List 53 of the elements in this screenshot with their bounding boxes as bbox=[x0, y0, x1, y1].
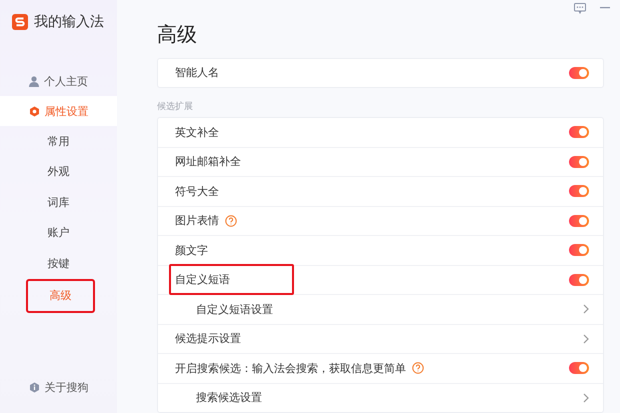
sidebar-item[interactable]: 个人主页 bbox=[0, 66, 117, 96]
setting-row[interactable]: 自定义短语设置 bbox=[158, 295, 603, 324]
about-link[interactable]: 关于搜狗 bbox=[44, 380, 88, 395]
setting-row[interactable]: 网址邮箱补全 bbox=[158, 148, 603, 177]
sidebar-subitem[interactable]: 词库 bbox=[0, 187, 117, 218]
setting-label: 自定义短语设置 bbox=[196, 302, 273, 317]
section-label: 候选扩展 bbox=[157, 100, 194, 113]
toggle-switch[interactable] bbox=[569, 126, 589, 138]
sidebar-subitem[interactable]: 常用 bbox=[0, 126, 117, 156]
chevron-right-icon bbox=[583, 392, 589, 403]
app-title: 我的输入法 bbox=[34, 13, 104, 31]
person-icon bbox=[29, 76, 39, 86]
setting-row[interactable]: 搜索候选设置 bbox=[158, 384, 603, 412]
page-title: 高级 bbox=[157, 20, 198, 48]
setting-row[interactable]: 英文补全 bbox=[158, 118, 603, 148]
setting-row[interactable]: 开启搜索候选：输入法会搜索，获取信息更简单 bbox=[158, 354, 603, 384]
info-icon bbox=[28, 382, 40, 393]
setting-label: 候选提示设置 bbox=[175, 331, 241, 346]
chevron-right-icon bbox=[583, 334, 589, 344]
setting-row[interactable]: 图片表情 bbox=[158, 206, 603, 236]
setting-label: 图片表情 bbox=[175, 213, 219, 228]
setting-row[interactable]: 自定义短语 bbox=[158, 266, 603, 295]
highlighted-setting-label: 自定义短语 bbox=[169, 264, 294, 296]
toggle-switch[interactable] bbox=[569, 185, 589, 198]
toggle-switch[interactable] bbox=[569, 274, 589, 286]
help-icon[interactable] bbox=[225, 214, 237, 227]
sidebar-subitem[interactable]: 外观 bbox=[0, 156, 117, 187]
chevron-right-icon bbox=[583, 304, 589, 314]
toggle-switch[interactable] bbox=[569, 66, 589, 79]
setting-row[interactable]: 颜文字 bbox=[158, 236, 603, 266]
setting-label: 搜索候选设置 bbox=[196, 390, 262, 406]
logo-icon bbox=[12, 14, 28, 30]
setting-label: 符号大全 bbox=[175, 184, 219, 199]
feedback-icon[interactable] bbox=[574, 2, 586, 14]
setting-label: 英文补全 bbox=[175, 124, 219, 140]
sidebar-item-label: 属性设置 bbox=[44, 104, 88, 118]
toggle-switch[interactable] bbox=[569, 244, 589, 256]
sidebar-subitem[interactable]: 按键 bbox=[0, 248, 117, 278]
setting-label: 开启搜索候选：输入法会搜索，获取信息更简单 bbox=[175, 360, 406, 376]
setting-label: 颜文字 bbox=[175, 242, 208, 258]
toggle-switch[interactable] bbox=[569, 156, 589, 168]
setting-label: 网址邮箱补全 bbox=[175, 154, 241, 170]
setting-label: 智能人名 bbox=[175, 65, 219, 80]
setting-row[interactable]: 智能人名 bbox=[158, 58, 603, 87]
toggle-switch[interactable] bbox=[569, 214, 589, 227]
minimize-icon[interactable] bbox=[600, 7, 610, 10]
help-icon[interactable] bbox=[412, 362, 424, 374]
sidebar-subitem[interactable]: 账户 bbox=[0, 218, 117, 248]
toggle-switch[interactable] bbox=[569, 362, 589, 374]
setting-row[interactable]: 符号大全 bbox=[158, 177, 603, 206]
sidebar-item-label: 个人主页 bbox=[44, 74, 88, 88]
setting-row[interactable]: 候选提示设置 bbox=[158, 324, 603, 354]
hexagon-gear-icon bbox=[28, 106, 40, 116]
